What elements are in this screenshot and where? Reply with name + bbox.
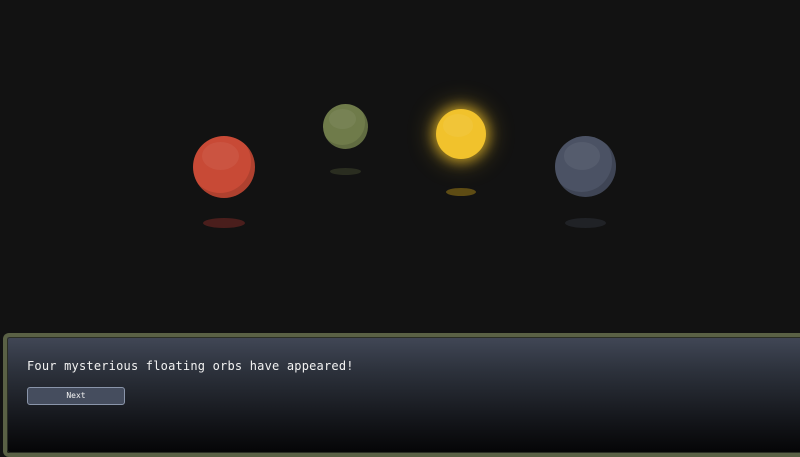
slate-orb[interactable] [555, 136, 616, 197]
game-scene: Four mysterious floating orbs have appea… [0, 0, 800, 457]
next-button[interactable]: Next [27, 387, 125, 405]
dialog-message: Four mysterious floating orbs have appea… [27, 359, 354, 373]
red-orb[interactable] [193, 136, 255, 198]
green-orb[interactable] [323, 104, 368, 149]
dialog-inner-frame [7, 337, 800, 453]
slate-orb-shadow [565, 218, 606, 228]
green-orb-shadow [330, 168, 361, 175]
dialog-box: Four mysterious floating orbs have appea… [3, 333, 800, 457]
red-orb-shadow [203, 218, 245, 228]
yellow-orb-shadow [446, 188, 476, 196]
yellow-orb[interactable] [436, 109, 486, 159]
